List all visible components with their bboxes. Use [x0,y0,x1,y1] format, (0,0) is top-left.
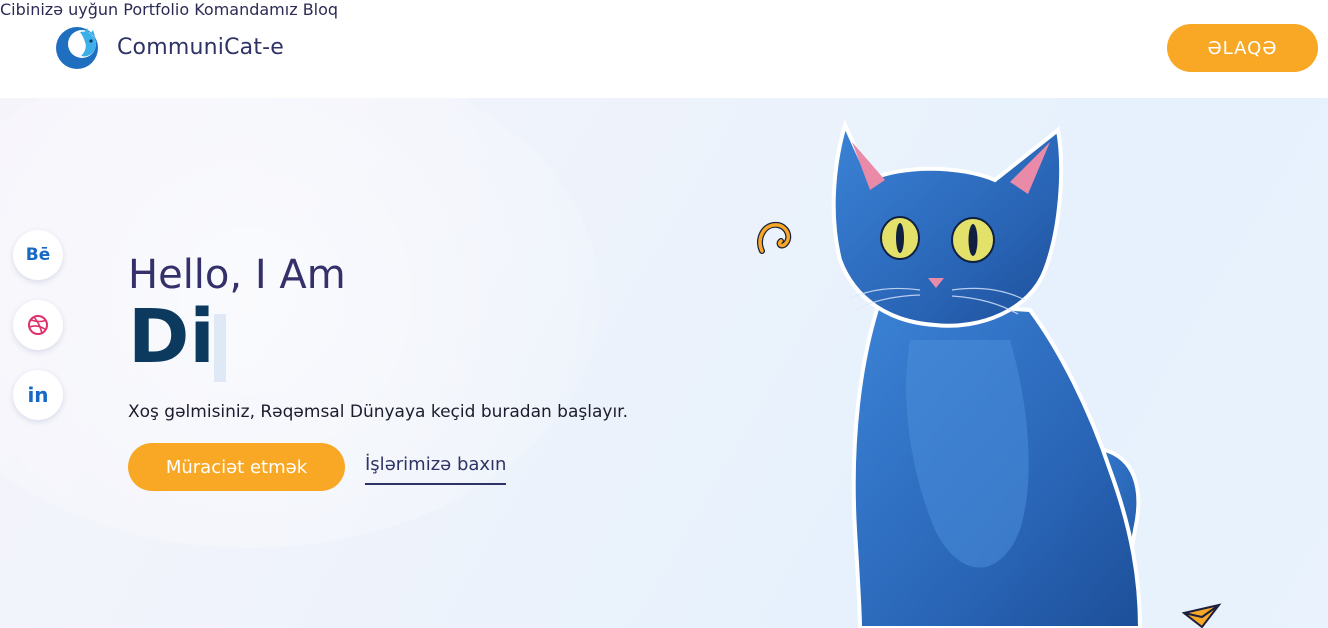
cat-logo-icon [56,27,98,69]
blue-cat-illustration [831,119,1143,628]
nav-item-portfolio[interactable]: Portfolio [123,0,189,19]
social-behance-button[interactable]: Bē [13,230,63,280]
view-works-link[interactable]: İşlərimizə baxın [365,454,507,485]
brand-name: CommuniCat-e [117,34,285,60]
main-nav: Cibinizə uyğun Portfolio Komandamız Bloq [0,0,1328,19]
hero-subtitle: Xoş gəlmisiniz, Rəqəmsal Dünyaya keçid b… [128,402,628,422]
nav-item-komandamiz[interactable]: Komandamız [194,0,297,19]
dribbble-icon [28,315,48,335]
social-linkedin-button[interactable]: in [13,370,63,420]
paper-plane-icon [1182,603,1222,628]
brand-logo[interactable]: CommuniCat-e [54,22,284,72]
typing-cursor [214,314,226,382]
site-header: CommuniCat-e Cibinizə uyğun Portfolio Ko… [0,0,1328,98]
linkedin-icon: in [27,383,49,407]
contact-button[interactable]: ƏLAQƏ [1167,24,1318,72]
behance-icon: Bē [25,245,51,265]
nav-item-bloq[interactable]: Bloq [303,0,338,19]
nav-item-cibinize-uygun[interactable]: Cibinizə uyğun [0,0,118,19]
hero-typed-text: Di [128,294,215,380]
hero-greeting: Hello, I Am [128,252,346,298]
apply-button[interactable]: Müraciət etmək [128,443,345,491]
social-dribbble-button[interactable] [13,300,63,350]
